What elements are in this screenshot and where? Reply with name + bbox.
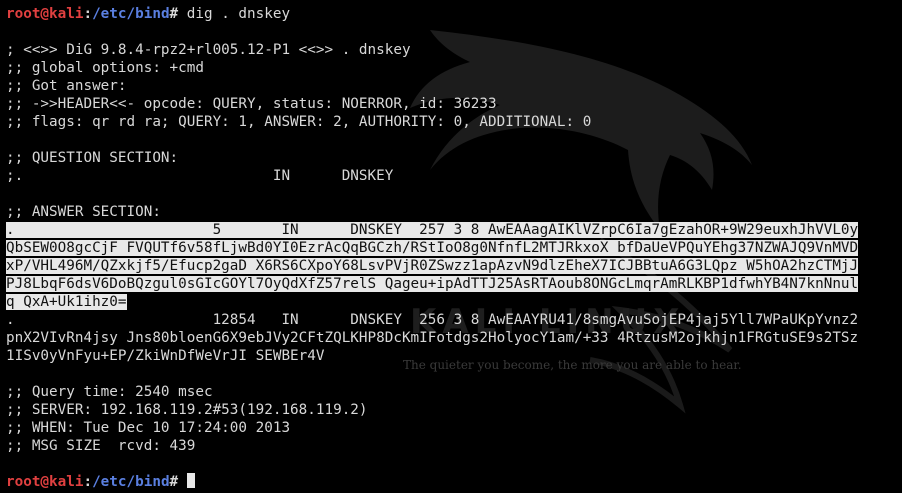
output-line: ;; global options: +cmd [6, 60, 204, 76]
terminal-window[interactable]: KALI LINUX The quieter you become, the m… [0, 0, 902, 493]
output-line: pnX2VIvRn4jsy Jns80bloenG6X9ebJVy2CFtZQL… [6, 330, 859, 346]
question-section-header: ;; QUESTION SECTION: [6, 150, 179, 166]
prompt-path: /etc/bind [92, 474, 170, 490]
command-line: root@kali:/etc/bind# dig . dnskey [6, 5, 899, 23]
input-prompt-line[interactable]: root@kali:/etc/bind# [6, 473, 899, 491]
when-line: ;; WHEN: Tue Dec 10 17:24:00 2013 [6, 420, 291, 436]
msg-size-line: ;; MSG SIZE rcvd: 439 [6, 438, 196, 454]
output-line: ; <<>> DiG 9.8.4-rpz2+rl005.12-P1 <<>> .… [6, 42, 411, 58]
question-record: ;. IN DNSKEY [6, 168, 394, 184]
answer-record-zsk: . 12854 IN DNSKEY 256 3 8 AwEAAYRU41/8sm… [6, 311, 899, 365]
server-line: ;; SERVER: 192.168.119.2#53(192.168.119.… [6, 402, 368, 418]
prompt-symbol: # [169, 6, 179, 22]
answer-record-ksk-selected[interactable]: . 5 IN DNSKEY 257 3 8 AwEAAagAIKlVZrpC6I… [6, 221, 899, 311]
query-time-line: ;; Query time: 2540 msec [6, 384, 213, 400]
answer-section-header: ;; ANSWER SECTION: [6, 204, 161, 220]
selected-text: q QxA+Uk1ihz0= [6, 294, 127, 310]
prompt-colon: : [83, 6, 93, 22]
prompt-colon: : [83, 474, 93, 490]
output-line: ;; ->>HEADER<<- opcode: QUERY, status: N… [6, 96, 497, 112]
prompt-symbol: # [169, 474, 179, 490]
terminal-output: root@kali:/etc/bind# dig . dnskey ; <<>>… [6, 5, 899, 491]
selected-text: QbSEW0O8gcCjF FVQUTf6v58fLjwBd0YI0EzrAcQ… [6, 240, 859, 256]
prompt-user-host: root@kali [6, 474, 84, 490]
selected-text: PJ8LbqF6dsV6DoBQzgul0sGIcGOYl7OyQdXfZ57r… [6, 276, 859, 292]
output-line: 1ISv0yVnFyu+EP/ZkiWnDfWeVrJI SEWBEr4V [6, 348, 325, 364]
selected-text: . 5 IN DNSKEY 257 3 8 AwEAAagAIKlVZrpC6I… [6, 222, 859, 238]
text-cursor [186, 473, 195, 488]
output-line: . 12854 IN DNSKEY 256 3 8 AwEAAYRU41/8sm… [6, 312, 859, 328]
command-text: dig . dnskey [178, 6, 291, 22]
output-line: ;; flags: qr rd ra; QUERY: 1, ANSWER: 2,… [6, 114, 592, 130]
prompt-path: /etc/bind [92, 6, 170, 22]
selected-text: xP/VHL496M/QZxkjf5/Efucp2gaD X6RS6CXpoY6… [6, 258, 859, 274]
prompt-user-host: root@kali [6, 6, 84, 22]
output-line: ;; Got answer: [6, 78, 127, 94]
